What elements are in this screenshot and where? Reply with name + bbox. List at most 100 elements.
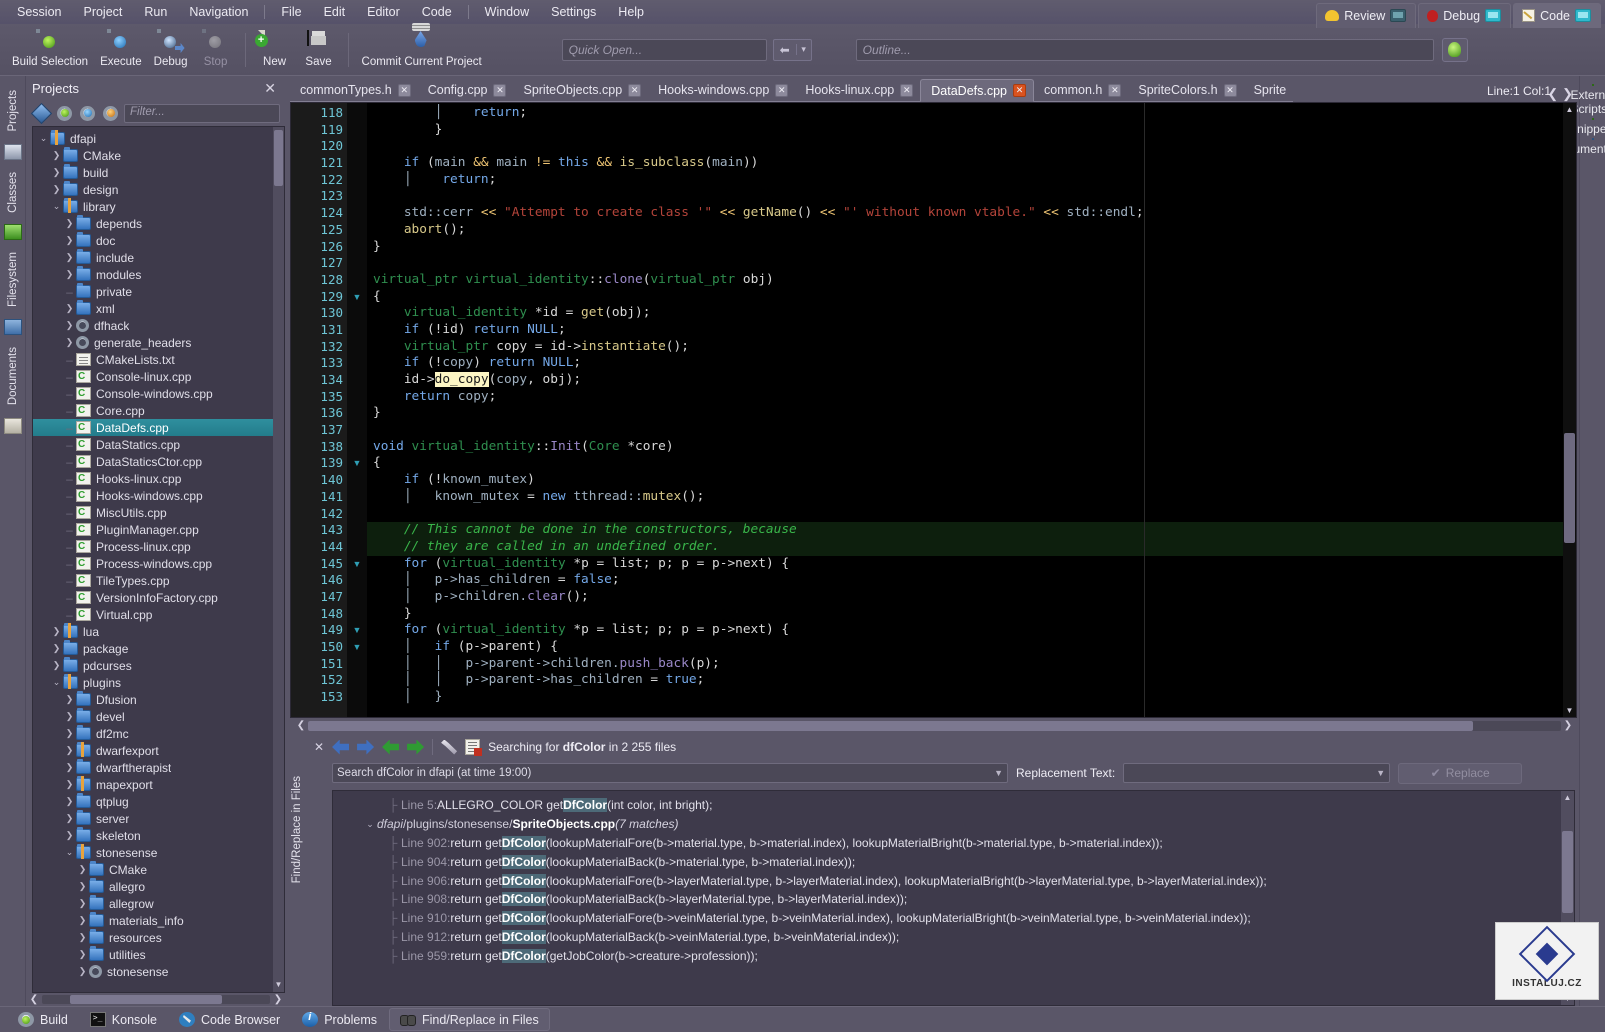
tree-item[interactable]: ❯package [33,640,284,657]
code-line[interactable]: │ return; [367,105,1563,122]
tree-item[interactable]: –DataStatics.cpp [33,436,284,453]
editor-tab-common-h[interactable]: common.h✕ [1034,79,1128,102]
code-line[interactable]: } [367,606,1563,623]
chevron-right-icon[interactable]: ❯ [63,694,76,705]
tree-item[interactable]: –Hooks-linux.cpp [33,470,284,487]
tab-close-icon[interactable]: ✕ [1224,84,1237,97]
editor-tab-datadefs-cpp[interactable]: DataDefs.cpp✕ [920,79,1034,102]
chevron-right-icon[interactable]: ❯ [63,796,76,807]
hscroll-track[interactable] [42,995,270,1004]
chevron-right-icon[interactable]: ❯ [63,303,76,314]
statusbar-item-build[interactable]: Build [8,1009,78,1030]
chevron-right-icon[interactable]: ❯ [50,643,63,654]
tree-item[interactable]: –Console-windows.cpp [33,385,284,402]
chevron-right-icon[interactable]: ❯ [76,881,89,892]
results-scroll-thumb[interactable] [1562,831,1573,913]
new-button[interactable]: + New [253,29,297,70]
code-line[interactable]: { [367,289,1563,306]
menu-item-code[interactable]: Code [411,2,463,22]
commit-current-project-button[interactable]: Commit Current Project [356,29,488,70]
code-line[interactable]: { [367,455,1563,472]
tree-item[interactable]: ❯pdcurses [33,657,284,674]
chevron-right-icon[interactable]: ❯ [50,660,63,671]
tab-close-icon[interactable]: ✕ [1108,84,1121,97]
chevron-right-icon[interactable]: ❯ [63,337,76,348]
tree-item[interactable]: ❯allegro [33,878,284,895]
quick-open-input[interactable]: Quick Open... [562,39,767,61]
execute-button[interactable]: Execute [94,29,148,70]
editor-tab-config-cpp[interactable]: Config.cpp✕ [418,79,514,102]
chevron-right-icon[interactable]: ❯ [50,150,63,161]
tree-item[interactable]: –PluginManager.cpp [33,521,284,538]
tree-item[interactable]: –private [33,283,284,300]
session-tab-debug[interactable]: Debug [1418,3,1511,28]
code-line[interactable]: │ known_mutex = new tthread::mutex(); [367,489,1563,506]
search-results-list[interactable]: ├Line 5: ALLEGRO_COLOR getDfColor(int co… [332,790,1575,1006]
code-line[interactable]: │ if (p->parent) { [367,639,1563,656]
code-line[interactable]: │ │ p->parent->has_children = true; [367,672,1563,689]
menu-item-navigation[interactable]: Navigation [178,2,259,22]
scroll-down-icon[interactable]: ▼ [274,980,283,990]
code-line[interactable]: return copy; [367,389,1563,406]
chevron-right-icon[interactable]: ❯ [76,966,89,977]
tree-item[interactable]: ❯df2mc [33,725,284,742]
menu-item-edit[interactable]: Edit [313,2,357,22]
project-tree-hscrollbar[interactable]: ❮ ❯ [26,993,286,1006]
chevron-down-icon[interactable]: ⌄ [50,677,63,688]
tree-item[interactable]: ❯xml [33,300,284,317]
strip-tab-filesystem[interactable]: Filesystem [5,246,21,313]
tree-item[interactable]: ❯include [33,249,284,266]
project-tree[interactable]: ⌄dfapi❯CMake❯build❯design⌄library❯depend… [32,126,285,993]
editor-tab-hooks-windows-cpp[interactable]: Hooks-windows.cpp✕ [648,79,795,102]
code-line[interactable]: if (!id) return NULL; [367,322,1563,339]
tree-item[interactable]: ⌄dfapi [33,130,284,147]
tree-item[interactable]: ❯allegrow [33,895,284,912]
tab-next-icon[interactable]: ❯ [1562,86,1573,102]
code-line[interactable]: │ } [367,689,1563,706]
fold-arrow-icon[interactable]: ▼ [347,622,367,639]
chevron-right-icon[interactable]: ❯ [76,915,89,926]
tree-item[interactable]: ❯utilities [33,946,284,963]
tree-item[interactable]: ❯doc [33,232,284,249]
result-match-row[interactable]: ├Line 5: ALLEGRO_COLOR getDfColor(int co… [333,796,1561,815]
tree-item[interactable]: –Process-windows.cpp [33,555,284,572]
stop-button[interactable]: Stop [194,29,238,70]
chevron-right-icon[interactable]: ❯ [63,728,76,739]
navigation-back-button[interactable]: ⬅ ▾ [773,39,812,61]
chevron-right-icon[interactable]: ❯ [63,745,76,756]
tree-item[interactable]: ❯qtplug [33,793,284,810]
code-folding-column[interactable]: ▼▼▼▼▼ [347,103,367,717]
code-line[interactable]: // they are called in an undefined order… [367,539,1563,556]
previous-file-icon[interactable] [382,740,399,755]
result-match-row[interactable]: ├Line 910: return getDfColor(lookupMater… [333,909,1561,928]
hscroll-thumb[interactable] [70,995,222,1004]
code-line[interactable]: std::cerr << "Attempt to create class '"… [367,205,1563,222]
tree-item[interactable]: ❯devel [33,708,284,725]
strip-tab-classes[interactable]: Classes [5,166,21,219]
tree-item[interactable]: –Virtual.cpp [33,606,284,623]
statusbar-item-find-replace[interactable]: Find/Replace in Files [389,1008,550,1031]
outline-input[interactable]: Outline... [856,39,1434,61]
tree-item[interactable]: ❯design [33,181,284,198]
chevron-right-icon[interactable]: ❯ [76,898,89,909]
fold-arrow-icon[interactable]: ▼ [347,556,367,573]
statusbar-item-konsole[interactable]: Konsole [80,1009,167,1030]
editor-scroll-thumb[interactable] [1564,433,1575,543]
build-selection-button[interactable]: Build Selection [6,29,94,70]
tree-item[interactable]: ❯build [33,164,284,181]
debug-button[interactable]: Debug [148,29,194,70]
tree-item[interactable]: –Console-linux.cpp [33,368,284,385]
result-match-row[interactable]: ├Line 912: return getDfColor(lookupMater… [333,928,1561,947]
tree-item[interactable]: –Process-linux.cpp [33,538,284,555]
tab-close-icon[interactable]: ✕ [900,84,913,97]
scroll-up-icon[interactable]: ▲ [1562,792,1573,803]
chevron-right-icon[interactable]: ❯ [63,235,76,246]
code-line[interactable]: if (!known_mutex) [367,472,1563,489]
code-line[interactable]: │ return; [367,172,1563,189]
tree-item[interactable]: ❯lua [33,623,284,640]
result-match-row[interactable]: ├Line 906: return getDfColor(lookupMater… [333,871,1561,890]
tree-item[interactable]: –Core.cpp [33,402,284,419]
code-content[interactable]: │ return; } if (main && main != this && … [367,103,1563,717]
scroll-left-icon[interactable]: ❮ [294,720,308,731]
result-match-row[interactable]: ├Line 959: return getDfColor(getJobColor… [333,946,1561,965]
